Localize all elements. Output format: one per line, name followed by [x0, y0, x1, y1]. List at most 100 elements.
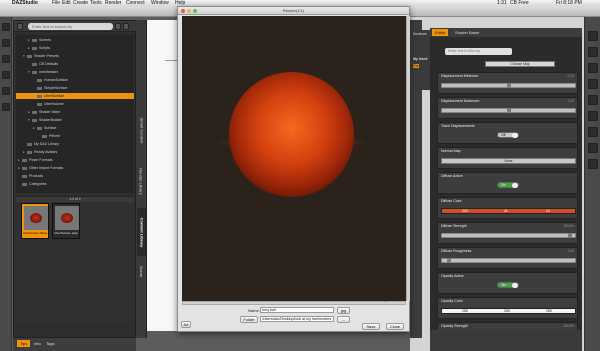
vertical-scrollbar[interactable] [406, 16, 410, 301]
thumb-ubersurface-help[interactable]: UberSurface Help [52, 203, 80, 239]
tree-item[interactable]: Categories [16, 181, 134, 187]
tree-item[interactable]: ▾ omnifreaker [16, 69, 134, 75]
color-channel-value[interactable]: 255 [462, 309, 468, 314]
menu-item-window[interactable]: Window [151, 0, 169, 7]
render-window-title: Render(1/1) [282, 8, 305, 13]
menu-item-render[interactable]: Render [105, 0, 121, 7]
search-icon[interactable] [115, 23, 121, 30]
property-slider[interactable] [441, 258, 576, 263]
back-button[interactable] [17, 23, 23, 30]
content-tree[interactable]: ▸ Scenes ▸ Scripts ▾ Shader Presets CB Default… [16, 35, 134, 193]
slider-knob[interactable] [506, 83, 511, 88]
light-tool-icon[interactable] [2, 103, 10, 111]
slider-knob[interactable] [506, 108, 511, 113]
color-channel-value[interactable]: 255 [504, 309, 510, 314]
camera-tool-icon[interactable] [2, 87, 10, 95]
aa-button[interactable]: AA [181, 321, 191, 328]
close-button[interactable]: Close [386, 323, 404, 330]
options-icon[interactable] [123, 23, 129, 30]
tree-item[interactable]: UberVolume [16, 101, 134, 107]
tree-item[interactable]: HumanSurface [16, 77, 134, 83]
scale-tool-icon[interactable] [2, 71, 10, 79]
menu-item-file[interactable]: File [52, 0, 60, 7]
tree-item[interactable]: Products [16, 173, 134, 179]
tree-item[interactable]: ▸ Surface [16, 125, 134, 131]
menu-item-tools[interactable]: Tools [90, 0, 102, 7]
tree-item[interactable]: My DAZ Library [16, 141, 134, 147]
cb-free-status[interactable]: CB Free [510, 0, 529, 7]
color-swatch[interactable]: 203 41 14 [441, 208, 576, 214]
content-search-input[interactable]: Enter text to search by [28, 23, 113, 30]
tool-icon[interactable] [588, 47, 598, 57]
tree-item[interactable]: ▸ Other Import Formats [16, 165, 134, 171]
translate-tool-icon[interactable] [2, 55, 10, 63]
rotate-tool-icon[interactable] [2, 39, 10, 47]
color-channel-value[interactable]: 14 [546, 209, 550, 214]
property-select[interactable]: None [441, 158, 576, 164]
tool-icon[interactable] [588, 143, 598, 153]
clock[interactable]: Fri 8:18 PM [556, 0, 582, 7]
color-channel-value[interactable]: 41 [504, 209, 508, 214]
render-canvas[interactable] [182, 16, 406, 301]
pointer-tool-icon[interactable] [2, 23, 10, 31]
tab-scene[interactable]: Scene [137, 260, 146, 282]
tab-info[interactable]: Info [31, 340, 44, 347]
tool-icon[interactable] [588, 95, 598, 105]
tree-item[interactable]: ▸ Poser Formats [16, 157, 134, 163]
property-slider[interactable] [441, 233, 576, 238]
thumb-caption: UberSurface Base [22, 231, 48, 235]
tree-item[interactable]: ▾ ShaderBuilder [16, 117, 134, 123]
tree-item[interactable]: CB Defaults [16, 61, 134, 67]
tab-editor[interactable]: Editor [432, 29, 449, 36]
menu-item-create[interactable]: Create [73, 0, 88, 7]
tab-tags[interactable]: Tags [43, 340, 57, 347]
surfaces-label[interactable]: Surfaces [413, 32, 427, 36]
tool-icon[interactable] [588, 127, 598, 137]
tree-item[interactable]: ▸ Scenes [16, 37, 134, 43]
tool-icon[interactable] [588, 31, 598, 41]
tool-icon[interactable] [588, 63, 598, 73]
tree-item[interactable]: ▸ Scripts [16, 45, 134, 51]
tab-smart-content[interactable]: Smart Content [137, 108, 146, 152]
property-toggle[interactable]: Off [497, 132, 519, 138]
property-toggle[interactable]: On [497, 182, 519, 188]
tree-item[interactable]: SimpleSurface [16, 85, 134, 91]
tab-render-library[interactable]: Render Library [137, 158, 146, 204]
save-button[interactable]: Save [362, 323, 380, 330]
filter-input[interactable]: Enter text to filter by [445, 48, 512, 55]
choose-map-button[interactable]: Choose Map [485, 61, 555, 67]
horizontal-scrollbar[interactable] [182, 301, 406, 305]
tab-shader-baker[interactable]: Shader Baker [452, 29, 482, 36]
thumb-ubersurface-base[interactable]: UberSurface Base [21, 203, 49, 239]
color-channel-value[interactable]: 203 [462, 209, 468, 214]
tab-tips[interactable]: Tips [17, 340, 31, 347]
tool-icon[interactable] [588, 159, 598, 169]
file-label[interactable]: File [413, 64, 419, 68]
tree-item[interactable]: Pitheer [16, 133, 134, 139]
tree-item[interactable]: ▸ Ready Avatars [16, 149, 134, 155]
tab-content-library[interactable]: Content Library [137, 208, 146, 256]
format-select[interactable]: jpg [337, 307, 350, 314]
slider-knob[interactable] [447, 258, 452, 263]
browse-folder-button[interactable]: ... [337, 316, 350, 323]
property-slider[interactable] [441, 83, 576, 88]
menu-item-edit[interactable]: Edit [62, 0, 71, 7]
folder-path-field[interactable]: /Users/dan/Desktop/look at my hair/rende… [260, 316, 334, 322]
battery-status[interactable]: 1:31 [497, 0, 507, 7]
tool-icon[interactable] [588, 111, 598, 121]
slider-knob[interactable] [568, 233, 573, 238]
tree-item[interactable]: UberSurface [16, 93, 134, 99]
name-field[interactable]: furry ball [260, 307, 334, 313]
app-menu[interactable]: DAZStudio [12, 0, 38, 7]
menu-item-connect[interactable]: Connect [126, 0, 145, 7]
my-used-label[interactable]: My Used [413, 57, 427, 61]
tool-icon[interactable] [588, 79, 598, 89]
tree-item[interactable]: ▾ Shader Presets [16, 53, 134, 59]
property-slider[interactable] [441, 108, 576, 113]
folder-select[interactable]: Folder [240, 316, 258, 323]
tree-item[interactable]: ▸ Shader Mixer [16, 109, 134, 115]
color-channel-value[interactable]: 255 [546, 309, 552, 314]
property-toggle[interactable]: On [497, 282, 519, 288]
color-swatch[interactable]: 255 255 255 [441, 308, 576, 314]
tree-item-label: ShaderBuilder [39, 118, 62, 122]
